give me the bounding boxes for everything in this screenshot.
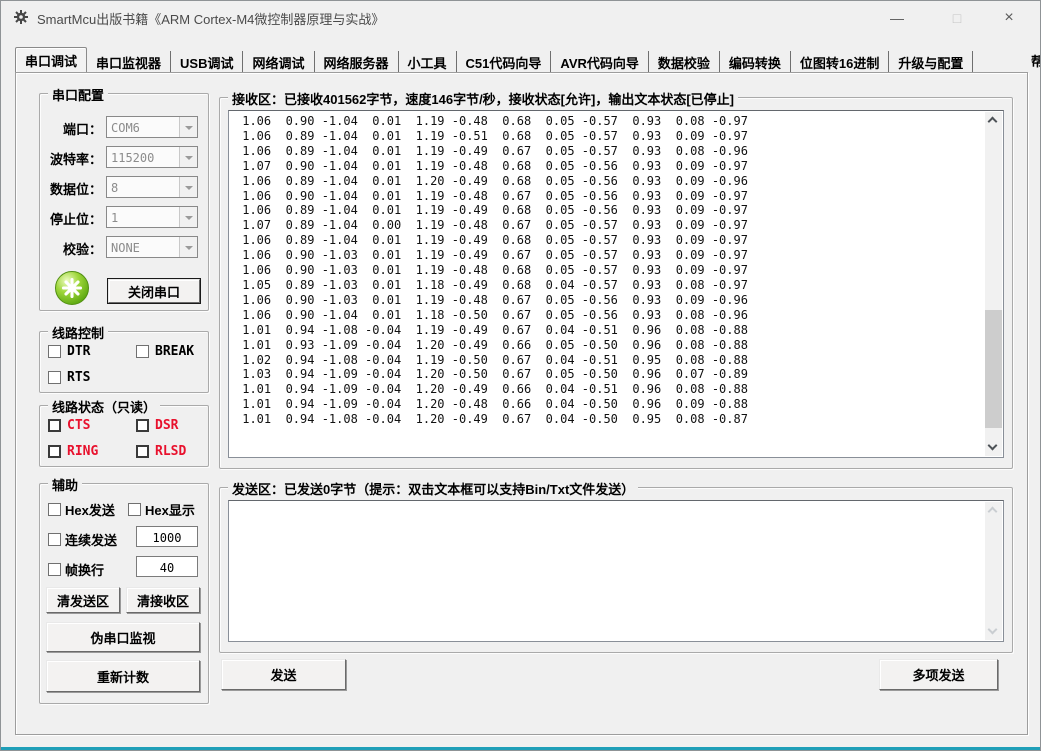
port-open-led-icon <box>54 270 90 306</box>
line-status-title: 线路状态（只读） <box>48 397 160 416</box>
port-select[interactable]: COM6 <box>106 116 198 138</box>
send-scrollbar[interactable] <box>985 502 1002 640</box>
receive-textarea[interactable]: 1.06 0.90 -1.04 0.01 1.19 -0.48 0.68 0.0… <box>228 110 1004 458</box>
auxiliary-group: 辅助 Hex发送 Hex显示 连续发送 帧换行 清发送区 清接收区 伪串口监视 … <box>39 483 209 704</box>
continuous-interval-input[interactable] <box>136 526 198 547</box>
send-button[interactable]: 发送 <box>221 659 346 690</box>
checkbox-box[interactable] <box>48 503 61 516</box>
databits-select[interactable]: 8 <box>106 176 198 198</box>
tab-overflow-clipped[interactable]: 帮 <box>1031 51 1041 71</box>
baudrate-label: 波特率： <box>50 149 102 168</box>
checkbox-box[interactable] <box>136 345 149 358</box>
frame-length-input[interactable] <box>136 556 198 577</box>
app-gear-icon <box>13 9 29 25</box>
tab-network-debug[interactable]: 网络调试 <box>243 51 314 73</box>
indicator-box <box>48 419 61 432</box>
minimize-button[interactable]: — <box>874 1 920 34</box>
scroll-up-icon[interactable] <box>985 502 1002 519</box>
dtr-checkbox[interactable]: DTR <box>48 344 90 359</box>
scroll-down-icon[interactable] <box>985 439 1002 456</box>
close-port-button[interactable]: 关闭串口 <box>108 279 200 303</box>
maximize-button[interactable]: □ <box>934 1 980 34</box>
scroll-up-icon[interactable] <box>985 112 1002 129</box>
auxiliary-title: 辅助 <box>48 475 82 494</box>
clear-send-button[interactable]: 清发送区 <box>46 587 120 613</box>
title-bar: SmartMcu出版书籍《ARM Cortex-M4微控制器原理与实战》 — □… <box>1 1 1040 34</box>
parity-select[interactable]: NONE <box>106 236 198 258</box>
indicator-box <box>48 445 61 458</box>
tab-serial-monitor[interactable]: 串口监视器 <box>87 51 171 73</box>
chevron-down-icon[interactable] <box>179 177 197 197</box>
recount-button[interactable]: 重新计数 <box>46 660 200 692</box>
tab-serial-debug[interactable]: 串口调试 <box>15 47 87 73</box>
parity-value: NONE <box>107 237 179 257</box>
app-window: SmartMcu出版书籍《ARM Cortex-M4微控制器原理与实战》 — □… <box>0 0 1041 751</box>
scrollbar-thumb[interactable] <box>985 310 1002 428</box>
cts-indicator: CTS <box>48 418 90 433</box>
baudrate-value: 115200 <box>107 147 179 167</box>
checkbox-box[interactable] <box>48 563 61 576</box>
checkbox-box[interactable] <box>48 533 61 546</box>
parity-label: 校验： <box>63 239 102 258</box>
tab-small-tools[interactable]: 小工具 <box>399 51 457 73</box>
frame-newline-checkbox[interactable]: 帧换行 <box>48 560 104 579</box>
send-data-text <box>235 504 981 639</box>
receive-area-group: 接收区：已接收401562字节，速度146字节/秒，接收状态[允许]，输出文本状… <box>219 97 1013 469</box>
checkbox-box[interactable] <box>48 371 61 384</box>
indicator-box <box>136 445 149 458</box>
tab-network-server[interactable]: 网络服务器 <box>315 51 399 73</box>
port-value: COM6 <box>107 117 179 137</box>
stopbits-select[interactable]: 1 <box>106 206 198 228</box>
tab-bitmap-to-hex[interactable]: 位图转16进制 <box>791 51 889 73</box>
serial-config-title: 串口配置 <box>48 85 108 104</box>
tab-upgrade-config[interactable]: 升级与配置 <box>889 51 973 73</box>
clear-receive-button[interactable]: 清接收区 <box>126 587 200 613</box>
chevron-down-icon[interactable] <box>179 147 197 167</box>
line-control-group: 线路控制 DTR BREAK RTS <box>39 331 209 393</box>
hex-display-checkbox[interactable]: Hex显示 <box>128 500 195 519</box>
receive-scrollbar[interactable] <box>985 112 1002 456</box>
tab-encoding-convert[interactable]: 编码转换 <box>720 51 791 73</box>
ring-indicator: RING <box>48 444 98 459</box>
dsr-indicator: DSR <box>136 418 178 433</box>
scroll-down-icon[interactable] <box>985 623 1002 640</box>
pseudo-serial-monitor-button[interactable]: 伪串口监视 <box>46 622 200 652</box>
hex-send-checkbox[interactable]: Hex发送 <box>48 500 115 519</box>
receive-data-text: 1.06 0.90 -1.04 0.01 1.19 -0.48 0.68 0.0… <box>235 114 981 455</box>
close-button[interactable]: × <box>986 1 1032 34</box>
port-label: 端口： <box>63 119 102 138</box>
break-checkbox[interactable]: BREAK <box>136 344 194 359</box>
stopbits-value: 1 <box>107 207 179 227</box>
checkbox-box[interactable] <box>48 345 61 358</box>
send-textarea[interactable] <box>228 500 1004 642</box>
rlsd-indicator: RLSD <box>136 444 186 459</box>
send-area-group: 发送区：已发送0字节（提示：双击文本框可以支持Bin/Txt文件发送） <box>219 487 1013 653</box>
multi-send-button[interactable]: 多项发送 <box>879 659 998 690</box>
bottom-accent-strip <box>1 747 1040 750</box>
continuous-send-checkbox[interactable]: 连续发送 <box>48 530 117 549</box>
databits-value: 8 <box>107 177 179 197</box>
chevron-down-icon[interactable] <box>179 237 197 257</box>
databits-label: 数据位： <box>50 179 102 198</box>
chevron-down-icon[interactable] <box>179 207 197 227</box>
receive-area-header: 接收区：已接收401562字节，速度146字节/秒，接收状态[允许]，输出文本状… <box>228 89 738 108</box>
baudrate-select[interactable]: 115200 <box>106 146 198 168</box>
tab-avr-wizard[interactable]: AVR代码向导 <box>551 51 648 73</box>
tab-bar: 串口调试 串口监视器 USB调试 网络调试 网络服务器 小工具 C51代码向导 … <box>15 47 1035 73</box>
tab-c51-wizard[interactable]: C51代码向导 <box>457 51 552 73</box>
line-control-title: 线路控制 <box>48 323 108 342</box>
chevron-down-icon[interactable] <box>179 117 197 137</box>
tab-data-verify[interactable]: 数据校验 <box>649 51 720 73</box>
rts-checkbox[interactable]: RTS <box>48 370 90 385</box>
indicator-box <box>136 419 149 432</box>
stopbits-label: 停止位： <box>50 209 102 228</box>
send-area-header: 发送区：已发送0字节（提示：双击文本框可以支持Bin/Txt文件发送） <box>228 479 638 498</box>
checkbox-box[interactable] <box>128 503 141 516</box>
window-title: SmartMcu出版书籍《ARM Cortex-M4微控制器原理与实战》 <box>37 9 384 28</box>
tab-usb-debug[interactable]: USB调试 <box>171 51 243 73</box>
line-status-group: 线路状态（只读） CTS DSR RING RLSD <box>39 405 209 467</box>
serial-config-group: 串口配置 端口： COM6 波特率： 115200 数据位： 8 停止位： <box>39 93 209 311</box>
